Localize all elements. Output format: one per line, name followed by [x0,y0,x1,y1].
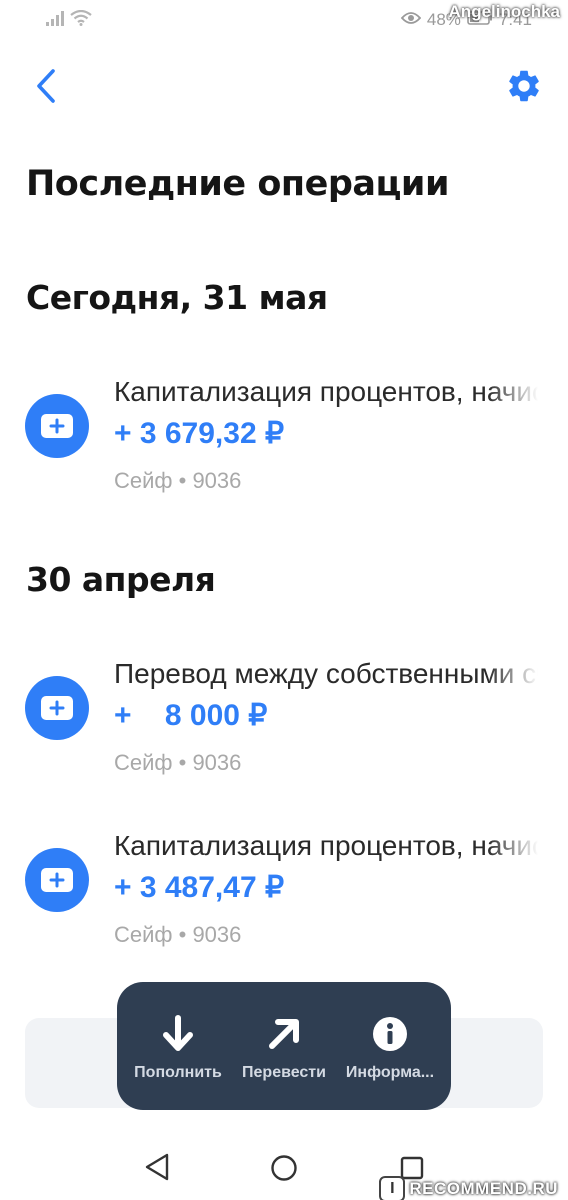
arrow-down-icon [161,1014,195,1054]
transaction-description: Капитализация процентов, начисленных [114,376,538,407]
transaction-row[interactable]: Капитализация процентов, начисленных + 3… [0,830,568,960]
transfer-button[interactable]: Перевести [234,1014,334,1082]
status-bar: 48% 7:41 Angelinochka [0,0,568,44]
fade-overlay [488,376,538,412]
safe-icon [25,394,89,458]
transaction-account: Сейф • 9036 [114,468,242,493]
status-left [46,9,92,30]
triangle-back-icon [143,1153,171,1186]
chevron-left-icon [34,68,58,108]
transfer-label: Перевести [242,1064,326,1081]
safe-icon [25,676,89,740]
day-header-april-30: 30 апреля [26,560,216,599]
transaction-description: Перевод между собственными счетами [114,658,538,689]
transaction-amount: + 3 487,47 ₽ [114,871,285,904]
back-button[interactable] [28,66,64,110]
top-up-label: Пополнить [134,1064,222,1081]
info-label: Информа... [345,1064,435,1081]
eye-icon [400,10,422,30]
info-button[interactable]: Информа... [340,1014,440,1082]
gear-icon [505,67,543,109]
circle-home-icon [270,1155,298,1186]
nav-back-button[interactable] [143,1152,171,1186]
watermark-site: I RECOMMEND.RU [379,1176,558,1200]
transaction-account: Сейф • 9036 [114,922,242,947]
day-header-today: Сегодня, 31 мая [26,278,328,317]
settings-button[interactable] [504,66,544,110]
fade-overlay [488,830,538,866]
page-title: Последние операции [26,164,449,204]
watermark-username: Angelinochka [448,2,560,21]
safe-icon [25,848,89,912]
transaction-description: Капитализация процентов, начисленных [114,830,538,861]
transaction-row[interactable]: Капитализация процентов, начисленных + 3… [0,376,568,506]
arrow-up-right-icon [267,1014,301,1054]
info-icon [372,1014,408,1054]
fade-overlay [488,658,538,694]
recommend-logo-icon: I [379,1176,406,1200]
watermark-site-text: RECOMMEND.RU [409,1179,558,1198]
transaction-account: Сейф • 9036 [114,750,242,775]
nav-home-button[interactable] [270,1154,298,1186]
transaction-amount: + 3 679,32 ₽ [114,417,285,450]
action-bar: Пополнить Перевести Информа... [117,982,451,1110]
transaction-amount: + 8 000 ₽ [114,699,268,732]
transaction-row[interactable]: Перевод между собственными счетами + 8 0… [0,658,568,788]
top-up-button[interactable]: Пополнить [128,1014,228,1082]
wifi-icon [70,9,92,30]
signal-icon [46,10,66,30]
